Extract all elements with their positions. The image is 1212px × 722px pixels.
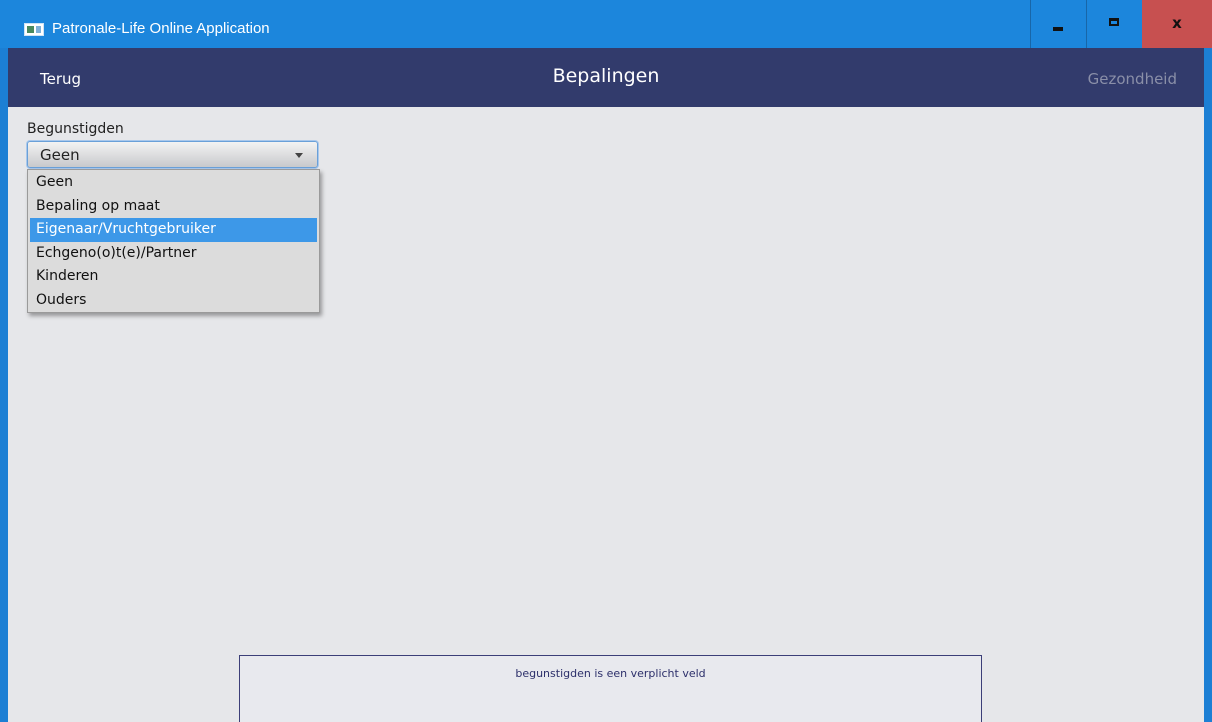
validation-message-box: begunstigden is een verplicht veld bbox=[239, 655, 982, 722]
dropdown-option-ouders[interactable]: Ouders bbox=[28, 289, 319, 313]
dropdown-option-partner[interactable]: Echgeno(o)t(e)/Partner bbox=[28, 242, 319, 266]
application-window: Patronale-Life Online Application x Teru… bbox=[0, 0, 1212, 722]
next-button[interactable]: Gezondheid bbox=[1088, 70, 1177, 88]
begunstigden-label: Begunstigden bbox=[27, 121, 124, 137]
close-button[interactable]: x bbox=[1142, 0, 1212, 48]
title-bar[interactable]: Patronale-Life Online Application x bbox=[0, 0, 1212, 48]
close-icon: x bbox=[1172, 14, 1182, 32]
validation-message: begunstigden is een verplicht veld bbox=[515, 667, 706, 680]
dropdown-option-eigenaar-vruchtgebruiker[interactable]: Eigenaar/Vruchtgebruiker bbox=[30, 218, 317, 242]
window-title: Patronale-Life Online Application bbox=[52, 20, 270, 37]
select-value: Geen bbox=[40, 146, 80, 164]
minimize-icon bbox=[1053, 27, 1063, 31]
page-title: Bepalingen bbox=[552, 65, 660, 87]
app-icon bbox=[24, 23, 44, 36]
begunstigden-dropdown-list: Geen Bepaling op maat Eigenaar/Vruchtgeb… bbox=[27, 169, 320, 313]
client-area: Terug Bepalingen Gezondheid Begunstigden… bbox=[8, 48, 1204, 722]
chevron-down-icon bbox=[295, 153, 303, 158]
dropdown-option-kinderen[interactable]: Kinderen bbox=[28, 265, 319, 289]
page-header: Terug Bepalingen Gezondheid bbox=[8, 48, 1204, 107]
maximize-icon bbox=[1109, 18, 1119, 26]
begunstigden-select[interactable]: Geen bbox=[27, 141, 318, 168]
minimize-button[interactable] bbox=[1030, 0, 1085, 48]
maximize-button[interactable] bbox=[1086, 0, 1141, 48]
dropdown-option-bepaling-op-maat[interactable]: Bepaling op maat bbox=[28, 195, 319, 219]
dropdown-option-geen[interactable]: Geen bbox=[28, 171, 319, 195]
